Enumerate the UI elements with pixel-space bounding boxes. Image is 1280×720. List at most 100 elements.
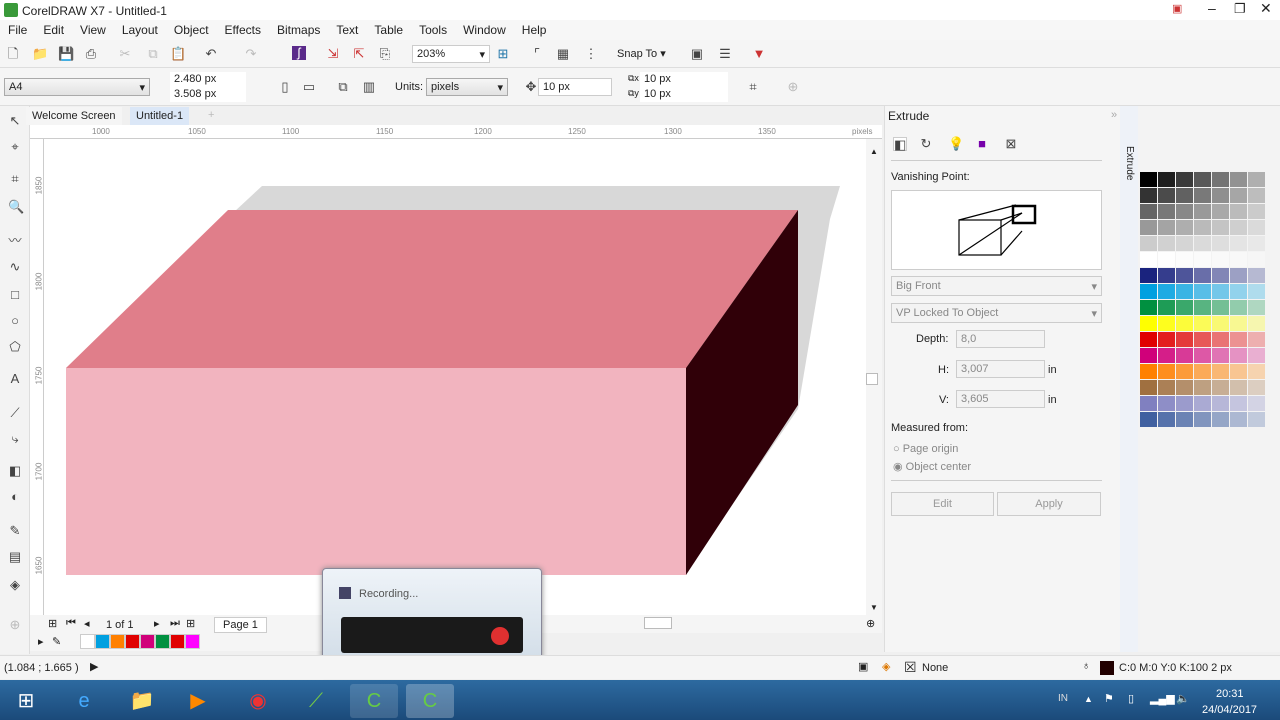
color-swatch[interactable]	[1176, 348, 1193, 363]
page-tab[interactable]: Page 1	[214, 617, 267, 633]
nudge-field[interactable]: 10 px	[538, 78, 612, 96]
color-swatch[interactable]	[1212, 220, 1229, 235]
color-swatch[interactable]	[1212, 396, 1229, 411]
redo-icon[interactable]: ↷	[244, 47, 258, 61]
color-swatch[interactable]	[1158, 172, 1175, 187]
color-swatch[interactable]	[1176, 220, 1193, 235]
color-swatch[interactable]	[1230, 380, 1247, 395]
color-swatch[interactable]	[1158, 300, 1175, 315]
color-swatch[interactable]	[1194, 364, 1211, 379]
color-swatch[interactable]	[1230, 332, 1247, 347]
color-swatch[interactable]	[1248, 172, 1265, 187]
horizontal-scroll-thumb[interactable]	[644, 617, 672, 629]
menu-tools[interactable]: Tools	[411, 20, 455, 40]
color-swatch[interactable]	[1230, 284, 1247, 299]
new-icon[interactable]: 🗋	[6, 47, 20, 61]
fill-icon[interactable]: ◈	[882, 660, 890, 673]
undo-icon[interactable]: ↶	[204, 47, 218, 61]
scroll-up-icon[interactable]: ▲	[870, 147, 878, 156]
color-swatch[interactable]	[1230, 204, 1247, 219]
eyedropper-icon[interactable]: ✎	[8, 524, 22, 538]
zoom-navigator-icon[interactable]: ⊕	[866, 617, 875, 630]
color-swatch[interactable]	[1248, 348, 1265, 363]
color-swatch[interactable]	[1176, 412, 1193, 427]
last-page-icon[interactable]: ⏭	[170, 617, 180, 630]
record-button[interactable]	[491, 627, 509, 645]
connector-icon[interactable]: ⤷	[8, 432, 22, 446]
color-swatch[interactable]	[1158, 348, 1175, 363]
color-swatch[interactable]	[1176, 396, 1193, 411]
color-swatch[interactable]	[1140, 300, 1157, 315]
apply-button[interactable]: Apply	[997, 492, 1101, 516]
cut-icon[interactable]: ✂	[118, 47, 132, 61]
units-select[interactable]: pixels ▾	[426, 78, 508, 96]
color-swatch[interactable]	[1140, 364, 1157, 379]
rectangle-tool-icon[interactable]: □	[8, 288, 22, 302]
color-swatch[interactable]	[1212, 412, 1229, 427]
current-page-icon[interactable]: ▥	[362, 80, 376, 94]
color-swatch[interactable]	[1248, 396, 1265, 411]
color-swatch[interactable]	[1140, 380, 1157, 395]
color-swatch[interactable]	[1194, 220, 1211, 235]
color-swatch[interactable]	[1230, 188, 1247, 203]
color-swatch[interactable]	[1140, 332, 1157, 347]
guidelines-icon[interactable]: ⋮	[584, 47, 598, 61]
color-swatch[interactable]	[1230, 252, 1247, 267]
battery-icon[interactable]: ▯	[1128, 692, 1134, 705]
docker-tab-extrude[interactable]: Extrude	[1124, 146, 1135, 180]
ellipse-tool-icon[interactable]: ○	[8, 314, 22, 328]
v-field[interactable]: 3,605	[956, 390, 1045, 408]
color-swatch[interactable]	[1212, 316, 1229, 331]
outline-pen-icon[interactable]: ♁	[1082, 660, 1090, 672]
add-tool-icon[interactable]: ⊕	[8, 618, 22, 632]
palette-arrow-icon[interactable]: ▸	[38, 635, 44, 648]
color-swatch[interactable]	[1248, 236, 1265, 251]
artistic-media-icon[interactable]: ∿	[8, 260, 22, 274]
color-swatch[interactable]	[1194, 172, 1211, 187]
document-color-swatch[interactable]	[170, 634, 185, 649]
h-field[interactable]: 3,007	[956, 360, 1045, 378]
color-swatch[interactable]	[1194, 316, 1211, 331]
document-color-swatch[interactable]	[95, 634, 110, 649]
color-swatch[interactable]	[1212, 236, 1229, 251]
snap-to-dropdown[interactable]: Snap To ▾	[617, 47, 666, 60]
first-page-icon[interactable]: ⏮	[66, 617, 76, 630]
color-swatch[interactable]	[1230, 220, 1247, 235]
start-button[interactable]: ⊞	[2, 684, 50, 718]
extrude-tool-icon[interactable]: ◧	[8, 464, 22, 478]
color-swatch[interactable]	[1140, 172, 1157, 187]
media-player-taskbar-icon[interactable]: ▶	[174, 684, 222, 718]
document-color-swatch[interactable]	[80, 634, 95, 649]
color-swatch[interactable]	[1248, 380, 1265, 395]
color-swatch[interactable]	[1194, 268, 1211, 283]
vertical-ruler[interactable]: 1850 1800 1750 1700 1650	[30, 139, 44, 615]
docker-collapse-icon[interactable]: »	[1111, 109, 1117, 121]
color-swatch[interactable]	[1194, 284, 1211, 299]
color-swatch[interactable]	[1248, 204, 1265, 219]
eyedropper-palette-icon[interactable]: ✎	[52, 635, 61, 648]
duplicate-y-field[interactable]: 10 px	[640, 87, 728, 102]
menu-text[interactable]: Text	[328, 20, 366, 40]
action-center-icon[interactable]: ⚑	[1104, 692, 1114, 705]
color-swatch[interactable]	[1140, 268, 1157, 283]
publish-pdf-icon[interactable]: ⎘	[378, 47, 392, 61]
color-swatch[interactable]	[1194, 332, 1211, 347]
options-icon[interactable]: ☰	[718, 47, 732, 61]
color-swatch[interactable]	[1230, 172, 1247, 187]
explorer-taskbar-icon[interactable]: 📁	[118, 684, 166, 718]
color-swatch[interactable]	[1230, 316, 1247, 331]
minimize-button[interactable]: –	[1208, 0, 1216, 16]
interactive-fill-icon[interactable]: ▤	[8, 550, 22, 564]
color-swatch[interactable]	[1212, 204, 1229, 219]
menu-edit[interactable]: Edit	[35, 20, 72, 40]
vertical-scrollbar[interactable]: ▲ ▼	[866, 139, 882, 615]
color-swatch[interactable]	[1176, 332, 1193, 347]
color-swatch[interactable]	[1248, 268, 1265, 283]
paste-icon[interactable]: 📋	[170, 47, 186, 61]
document-color-swatch[interactable]	[185, 634, 200, 649]
tab-untitled-1[interactable]: Untitled-1	[130, 107, 190, 125]
duplicate-x-field[interactable]: 10 px	[640, 72, 728, 87]
print-icon[interactable]: ⎙	[84, 47, 98, 61]
portrait-icon[interactable]: ▯	[278, 80, 292, 94]
open-icon[interactable]: 📁	[32, 47, 48, 61]
